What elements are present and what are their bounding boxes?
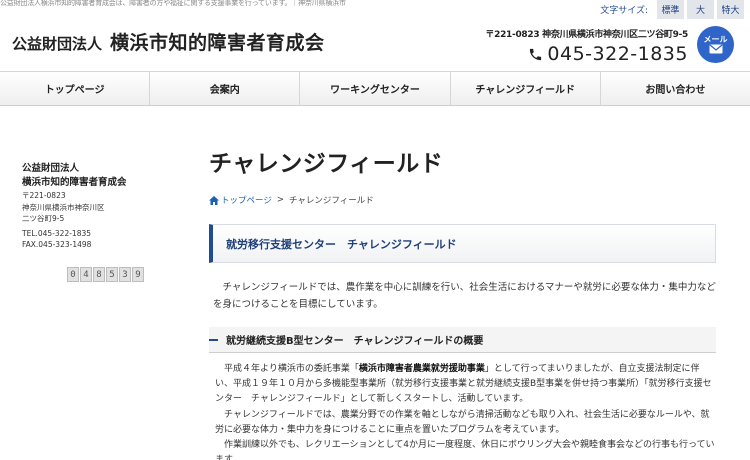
intro-paragraph: チャレンジフィールドでは、農作業を中心に訓練を行い、社会生活におけるマナーや就労… [213, 282, 716, 310]
section-heading-text: 就労移行支援センター チャレンジフィールド [226, 237, 457, 251]
sidebar-address-1: 神奈川県横浜市神奈川区 [22, 202, 105, 212]
subsection-heading: 就労継続支援B型センター チャレンジフィールドの概要 [209, 327, 716, 353]
main-nav: トップページ 会案内 ワーキングセンター チャレンジフィールド お問い合わせ [0, 71, 750, 106]
breadcrumb-separator: > [276, 195, 284, 205]
visitor-counter: 0 4 8 5 3 9 [67, 267, 145, 282]
counter-digit: 3 [119, 267, 131, 282]
breadcrumb: トップページ > チャレンジフィールド [209, 194, 716, 206]
header-phone: 045-322-1835 [485, 43, 688, 65]
font-size-switcher: 文字サイズ: 標準 大 特大 [600, 0, 744, 19]
overview-paragraph-1: 平成４年より横浜市の委託事業「横浜市障害者農業就労援助事業」として行ってまいりま… [215, 362, 716, 408]
project-name: 横浜市障害者農業就労援助事業 [358, 364, 485, 374]
counter-digit: 9 [132, 267, 144, 282]
page-title: チャレンジフィールド [209, 151, 444, 177]
logo-org-type: 公益財団法人 [12, 35, 103, 53]
breadcrumb-home-label: トップページ [221, 196, 272, 206]
counter-digit: 0 [67, 267, 79, 282]
phone-icon [530, 48, 542, 60]
nav-item-top[interactable]: トップページ [0, 72, 151, 105]
font-size-xlarge-button[interactable]: 特大 [717, 0, 744, 19]
sidebar-fax: FAX.045-323-1498 [22, 240, 92, 249]
sidebar-postal: 〒221-0823 [22, 191, 66, 200]
overview-paragraph-3: 作業訓練以外でも、レクリエーションとして4か月に一度程度、休日にボウリング大会や… [215, 440, 715, 460]
breadcrumb-current: チャレンジフィールド [288, 196, 374, 206]
site-description: 公益財団法人横浜市知的障害者育成会は、障害者の方や福祉に関する支援事業を行ってい… [0, 0, 346, 7]
main-content: チャレンジフィールド トップページ > チャレンジフィールド 就労移行支援センタ… [209, 144, 716, 460]
sidebar-org-name: 横浜市知的障害者育成会 [22, 177, 127, 188]
overview-text: 平成４年より横浜市の委託事業「横浜市障害者農業就労援助事業」として行ってまいりま… [209, 362, 716, 460]
nav-item-about[interactable]: 会案内 [150, 72, 301, 105]
header-contact: 〒221-0823 神奈川県横浜市神奈川区二ツ谷町9-5 045-322-183… [485, 27, 688, 65]
breadcrumb-home-link[interactable]: トップページ [209, 194, 272, 206]
heading-dash-icon [209, 338, 218, 341]
nav-item-working-center[interactable]: ワーキングセンター [300, 72, 451, 105]
header-phone-number[interactable]: 045-322-1835 [547, 43, 688, 65]
counter-digit: 8 [93, 267, 105, 282]
mail-label: メール [703, 35, 728, 44]
sidebar-address-2: 二ツ谷町9-5 [22, 214, 65, 223]
font-size-label: 文字サイズ: [600, 6, 648, 16]
nav-item-challenge-field[interactable]: チャレンジフィールド [451, 72, 601, 105]
para1-text-start: 平成４年より横浜市の委託事業「 [224, 364, 359, 374]
overview-paragraph-2: チャレンジフィールドでは、農業分野での作業を軸としながら清掃活動なども取り入れ、… [215, 409, 710, 435]
envelope-icon [709, 44, 722, 54]
sidebar-tel: TEL.045-322-1835 [22, 228, 92, 238]
counter-digit: 5 [106, 267, 118, 282]
subsection-heading-text: 就労継続支援B型センター チャレンジフィールドの概要 [226, 336, 484, 347]
mail-button[interactable]: メール [697, 26, 734, 63]
home-icon [209, 195, 219, 205]
sidebar-info: 公益財団法人 横浜市知的障害者育成会 〒221-0823 神奈川県横浜市神奈川区… [22, 162, 172, 251]
counter-digit: 4 [80, 267, 92, 282]
sidebar-org-type: 公益財団法人 [22, 163, 80, 174]
logo-org-name: 横浜市知的障害者育成会 [110, 32, 325, 54]
font-size-large-button[interactable]: 大 [687, 0, 714, 19]
site-logo[interactable]: 公益財団法人 横浜市知的障害者育成会 [12, 28, 325, 55]
nav-item-contact[interactable]: お問い合わせ [601, 72, 750, 105]
header-address: 〒221-0823 神奈川県横浜市神奈川区二ツ谷町9-5 [485, 30, 688, 40]
section-heading: 就労移行支援センター チャレンジフィールド [209, 224, 716, 263]
font-size-standard-button[interactable]: 標準 [657, 0, 684, 19]
